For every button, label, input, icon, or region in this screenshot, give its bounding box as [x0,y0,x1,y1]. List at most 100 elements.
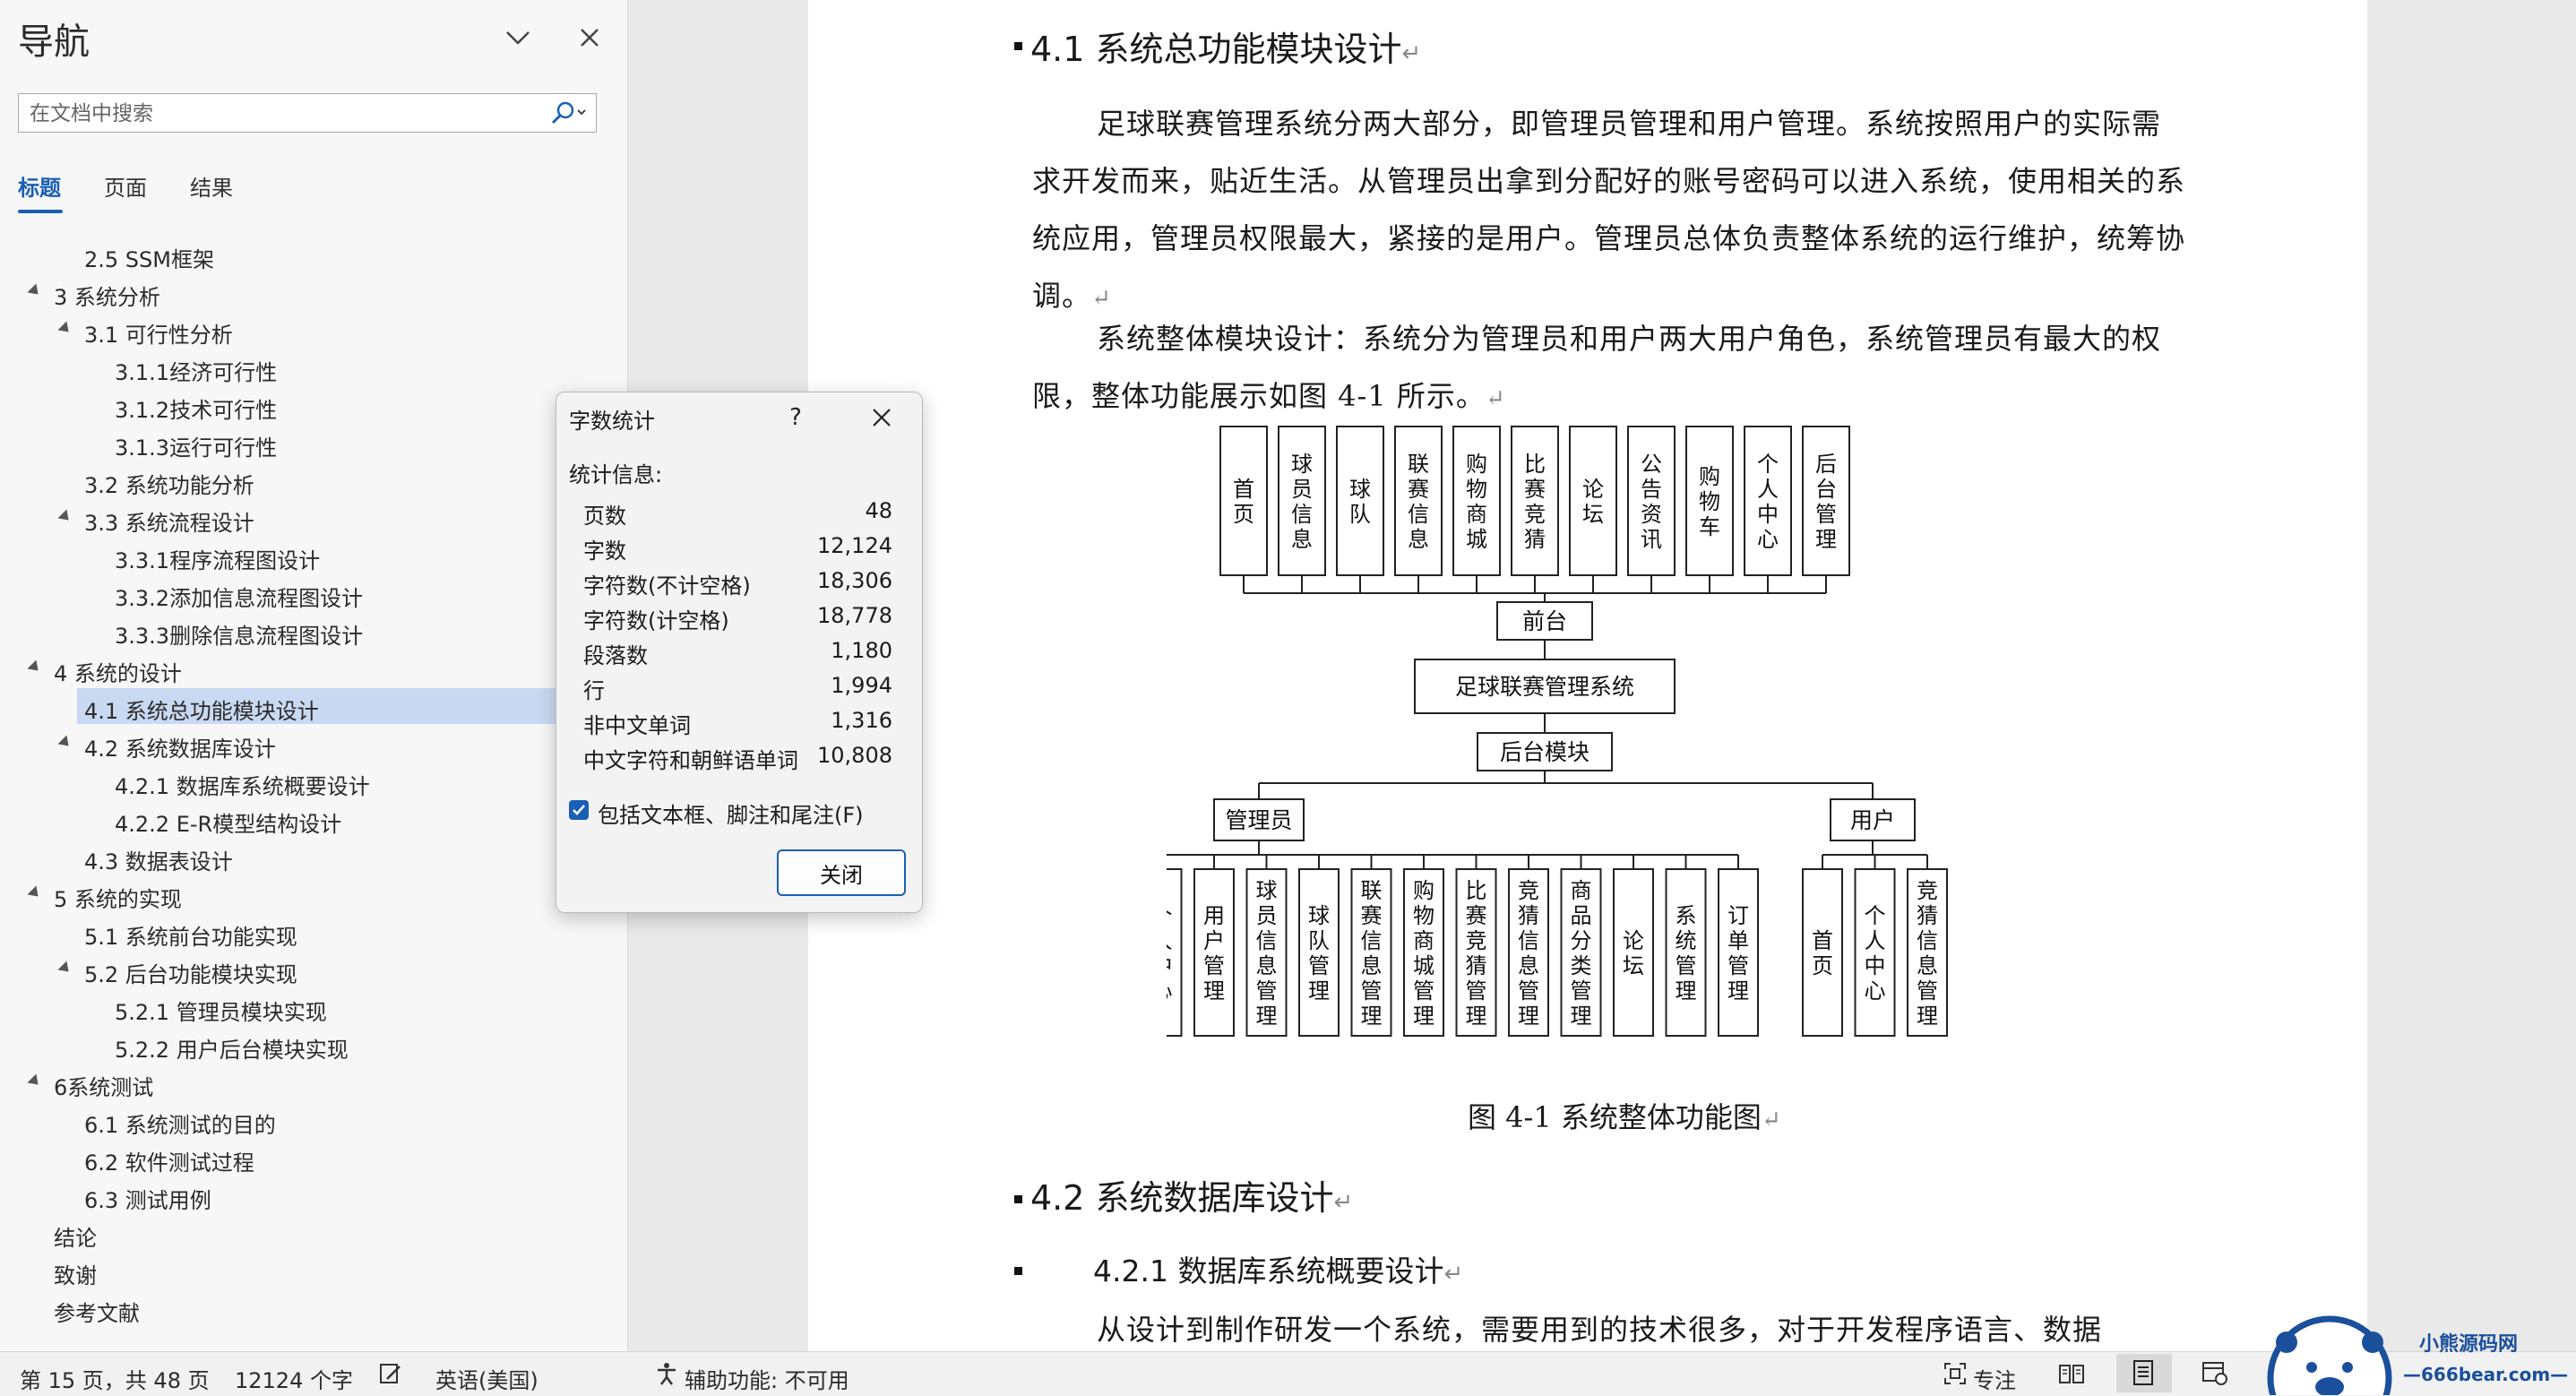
front-module-char: 页 [1233,502,1254,527]
collapse-triangle-icon[interactable] [57,961,73,977]
collapse-triangle-icon[interactable] [27,659,43,676]
nav-heading-item[interactable]: 致谢 [0,1253,627,1288]
front-module-char: 竞 [1524,502,1546,527]
web-layout-icon[interactable] [2201,1358,2229,1387]
active-tab-indicator [18,210,63,213]
language[interactable]: 英语(美国) [435,1363,538,1394]
search-icon[interactable] [542,96,594,130]
proofing-icon[interactable] [376,1359,405,1388]
tab-headings[interactable]: 标题 [18,170,61,202]
nav-heading-item[interactable]: 5.1 系统前台功能实现 [0,914,627,950]
collapse-triangle-icon[interactable] [27,885,43,901]
focus-mode[interactable]: 专注 [1973,1363,2016,1394]
admin-module-char: 管 [1571,978,1592,1004]
nav-heading-item[interactable]: 3.3.3删除信息流程图设计 [0,613,627,649]
collapse-triangle-icon[interactable] [57,509,73,525]
nav-heading-item[interactable]: 3 系统分析 [0,274,627,310]
admin-module-char: 理 [1676,978,1697,1004]
nav-heading-label: 3.2 系统功能分析 [84,473,254,498]
nav-title: 导航 [18,22,90,63]
nav-heading-label: 致谢 [54,1263,97,1288]
stat-value: 1,316 [831,708,892,733]
nav-close-icon[interactable] [564,13,615,63]
word-count-dialog[interactable]: 字数统计 ? 统计信息: 页数 48 字数 12,124 字符数(不计空格) 18,306… [556,392,923,913]
nav-heading-item[interactable]: 5 系统的实现 [0,876,627,912]
admin-module-char: 城 [1413,953,1434,978]
front-module-char: 信 [1291,502,1313,527]
nav-heading-item[interactable]: 3.2 系统功能分析 [0,462,627,498]
nav-heading-item[interactable]: 5.2.2 用户后台模块实现 [0,1027,627,1063]
front-module-char: 理 [1815,527,1837,552]
admin-module-char: 系 [1676,903,1697,928]
include-textboxes-checkbox[interactable] [569,800,589,820]
nav-heading-item[interactable]: 4 系统的设计 [0,651,627,686]
nav-heading-item[interactable]: 6系统测试 [0,1064,627,1100]
tab-results[interactable]: 结果 [190,170,233,202]
accessibility-status[interactable]: 辅助功能: 不可用 [685,1363,849,1394]
collapse-triangle-icon[interactable] [57,735,73,751]
stat-value: 48 [865,498,892,523]
admin-module-char: 息 [1361,953,1383,978]
nav-heading-item[interactable]: 结论 [0,1215,627,1251]
nav-heading-item[interactable]: 4.2.2 E-R模型结构设计 [0,801,627,837]
nav-heading-item[interactable]: 6.1 系统测试的目的 [0,1102,627,1138]
nav-heading-label: 4.2 系统数据库设计 [84,737,276,762]
nav-heading-item[interactable]: 3.1.2技术可行性 [0,387,627,423]
front-module-char: 赛 [1524,477,1546,502]
collapse-triangle-icon[interactable] [57,321,73,337]
nav-heading-item[interactable]: 4.2 系统数据库设计 [0,726,627,762]
front-module-char: 息 [1291,527,1313,552]
nav-search-box[interactable] [18,93,597,134]
front-module-char: 台 [1815,477,1837,502]
nav-heading-item[interactable]: 6.3 测试用例 [0,1177,627,1213]
search-input[interactable] [28,94,533,134]
nav-options-chevron-icon[interactable] [493,13,543,63]
admin-module-char: 理 [1518,1004,1539,1029]
collapse-triangle-icon[interactable] [27,1073,43,1090]
nav-heading-item[interactable]: 3.1.3运行可行性 [0,425,627,461]
nav-heading-item[interactable]: 5.2 后台功能模块实现 [0,952,627,987]
nav-heading-item[interactable]: 3.1 可行性分析 [0,312,627,348]
nav-heading-item[interactable]: 4.3 数据表设计 [0,839,627,875]
admin-module-char: 坛 [1623,953,1644,978]
nav-heading-label: 3.3.3删除信息流程图设计 [115,624,364,649]
nav-heading-item[interactable]: 3.3.1程序流程图设计 [0,538,627,573]
nav-heading-item[interactable]: 4.1 系统总功能模块设计 [0,688,627,724]
front-module-char: 告 [1641,477,1662,502]
user-module-char: 首 [1812,928,1833,953]
stat-label: 非中文单词 [583,713,691,738]
focus-icon[interactable] [1941,1359,1969,1388]
nav-heading-label: 4.2.2 E-R模型结构设计 [115,812,342,837]
user-module-char: 人 [1865,928,1886,953]
nav-heading-item[interactable]: 6.2 软件测试过程 [0,1140,627,1176]
nav-heading-item[interactable]: 3.3 系统流程设计 [0,500,627,536]
read-mode-icon[interactable] [2057,1359,2086,1388]
dialog-close-icon[interactable] [859,396,904,439]
admin-module-char: 队 [1308,928,1330,953]
nav-heading-item[interactable]: 参考文献 [0,1290,627,1326]
heading-4-1: 4.1 系统总功能模块设计↵ [1030,30,1422,69]
print-layout-icon[interactable] [2129,1358,2158,1387]
include-textboxes-option[interactable]: 包括文本框、脚注和尾注(F) [569,796,909,828]
nav-heading-label: 6.3 测试用例 [84,1188,211,1213]
nav-heading-item[interactable]: 5.2.1 管理员模块实现 [0,989,627,1025]
front-label: 前台 [1522,608,1567,634]
help-button[interactable]: ? [773,396,818,439]
admin-module-char: 品 [1571,903,1592,928]
nav-heading-item[interactable]: 3.3.2添加信息流程图设计 [0,575,627,611]
document-page[interactable]: 4.1 系统总功能模块设计↵ 足球联赛管理系统分两大部分，即管理员管理和用户管理… [808,0,2367,1351]
nav-heading-item[interactable]: 3.1.1经济可行性 [0,349,627,385]
front-module-char: 城 [1466,527,1487,552]
nav-heading-item[interactable]: 4.2.1 数据库系统概要设计 [0,763,627,799]
nav-heading-label: 3.3.1程序流程图设计 [115,548,321,573]
nav-heading-item[interactable]: 2.5 SSM框架 [0,237,627,272]
accessibility-icon[interactable] [652,1359,681,1388]
word-count[interactable]: 12124 个字 [235,1363,353,1394]
stat-label: 字符数(不计空格) [583,573,751,599]
collapse-triangle-icon[interactable] [27,283,43,299]
page-count[interactable]: 第 15 页，共 48 页 [20,1363,210,1394]
front-module-char: 比 [1524,452,1546,477]
tab-pages[interactable]: 页面 [104,170,147,202]
close-button[interactable]: 关闭 [777,849,906,896]
front-module-char: 人 [1757,477,1779,502]
